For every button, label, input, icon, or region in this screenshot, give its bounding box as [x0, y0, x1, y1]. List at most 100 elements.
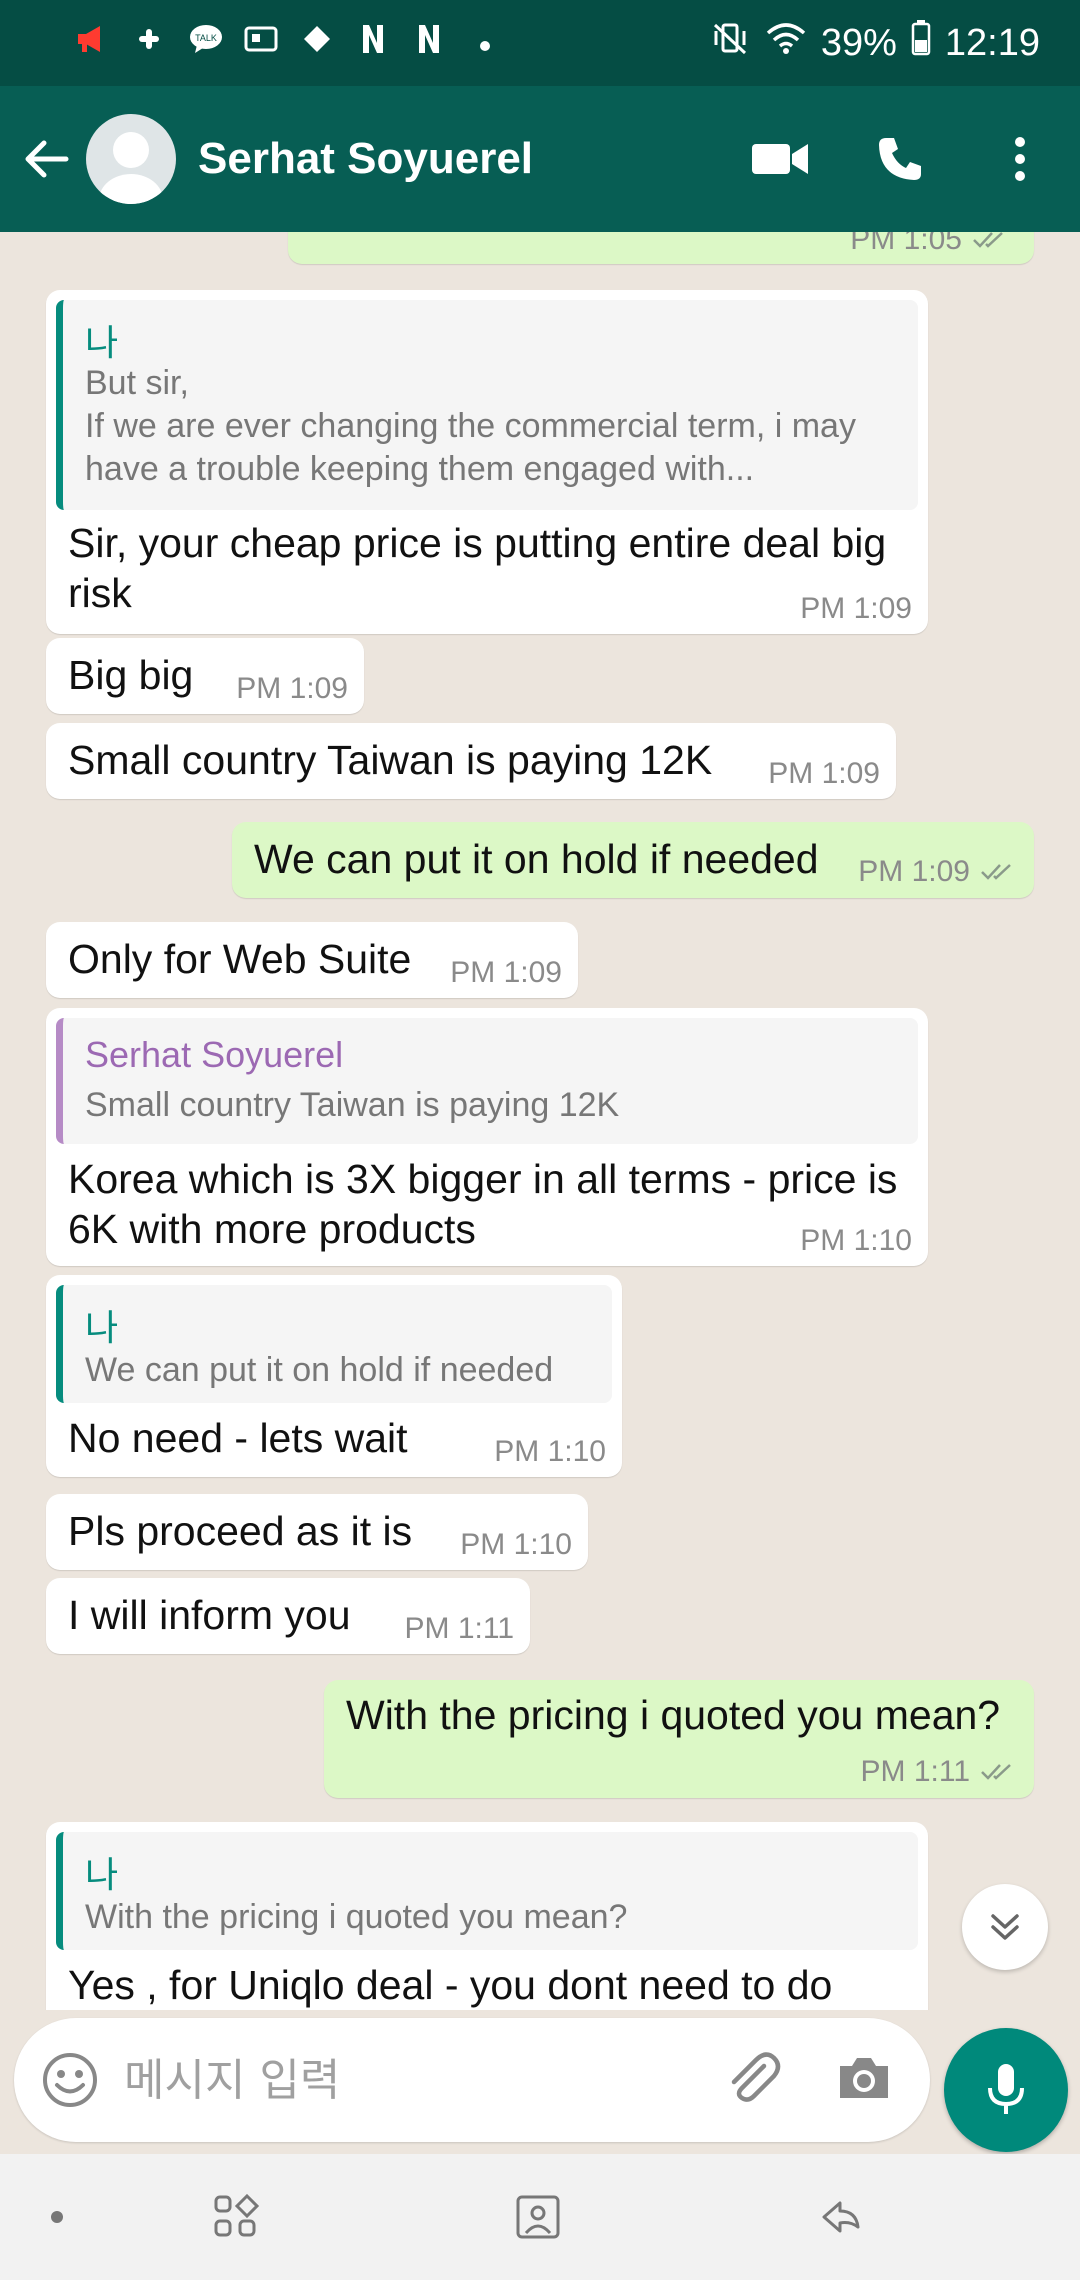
message-time: PM 1:09 [858, 854, 970, 888]
attach-button[interactable] [722, 2048, 784, 2115]
video-call-button[interactable] [720, 86, 840, 232]
status-bar: TALK 39% 12:19 [0, 0, 1080, 86]
message-bubble-in[interactable]: I will inform you PM 1:11 [46, 1578, 530, 1654]
message-bubble-out[interactable]: PM 1:05 [288, 232, 1034, 264]
message-text: Big big [68, 652, 194, 698]
kakaotalk-label: TALK [195, 33, 217, 43]
quoted-message[interactable]: Serhat Soyuerel Small country Taiwan is … [56, 1018, 918, 1144]
slack-icon [132, 23, 166, 63]
recent-apps-button[interactable] [196, 2154, 276, 2280]
message-bubble-in[interactable]: Serhat Soyuerel Small country Taiwan is … [46, 1008, 928, 1266]
battery-icon [911, 20, 931, 66]
message-bubble-in[interactable]: 나 But sir, If we are ever changing the c… [46, 290, 928, 634]
quote-text: With the pricing i quoted you mean? [85, 1898, 628, 1936]
double-chevron-down-icon [991, 1914, 1019, 1940]
home-button[interactable] [498, 2154, 578, 2280]
message-bubble-in[interactable]: 나 With the pricing i quoted you mean? Ye… [46, 1822, 928, 2010]
clock: 12:19 [944, 21, 1040, 64]
quote-author: 나 [85, 1854, 119, 1895]
message-time: PM 1:09 [236, 672, 348, 705]
system-nav-bar [0, 2154, 1080, 2280]
dot-icon [468, 26, 502, 60]
quoted-message[interactable]: 나 But sir, If we are ever changing the c… [56, 300, 918, 510]
message-time: PM 1:09 [450, 956, 562, 989]
quote-author: Serhat Soyuerel [85, 1034, 344, 1075]
message-text: We can put it on hold if needed [254, 836, 819, 882]
diamond-icon [300, 24, 334, 62]
message-time: PM 1:09 [768, 757, 880, 790]
megaphone-icon [76, 24, 110, 62]
emoji-icon [43, 2053, 97, 2107]
read-ticks-icon [980, 1756, 1018, 1790]
camera-button[interactable] [834, 2048, 894, 2113]
gallery-icon [244, 25, 278, 61]
message-text: No need - lets wait [68, 1415, 408, 1461]
message-text: With the pricing i quoted you mean? [346, 1692, 1001, 1738]
quoted-message[interactable]: 나 With the pricing i quoted you mean? [56, 1832, 918, 1950]
message-text: Yes , for Uniqlo deal - you dont need to… [68, 1962, 833, 2008]
composer-pill [14, 2018, 930, 2142]
back-nav-button[interactable] [800, 2154, 880, 2280]
message-bubble-in[interactable]: 나 We can put it on hold if needed No nee… [46, 1275, 622, 1477]
vibrate-icon [711, 21, 751, 65]
message-bubble-in[interactable]: Only for Web Suite PM 1:09 [46, 922, 578, 998]
quote-author: 나 [85, 1307, 119, 1348]
quote-text: Small country Taiwan is paying 12K [85, 1086, 620, 1124]
message-text: Small country Taiwan is paying 12K [68, 737, 713, 783]
message-bubble-in[interactable]: Pls proceed as it is PM 1:10 [46, 1494, 588, 1570]
arrow-left-icon [25, 140, 69, 178]
nav-dot-button[interactable] [30, 2154, 84, 2280]
avatar[interactable] [86, 114, 176, 204]
message-time: PM 1:11 [404, 1612, 515, 1645]
voice-call-button[interactable] [840, 86, 960, 232]
message-time: PM 1:05 [850, 232, 962, 256]
message-text: Only for Web Suite [68, 936, 412, 982]
composer [0, 2010, 1080, 2152]
quote-text: We can put it on hold if needed [85, 1351, 554, 1389]
message-text: Pls proceed as it is [68, 1508, 413, 1554]
message-time: PM 1:10 [494, 1435, 606, 1468]
recent-apps-icon [214, 2193, 260, 2237]
phone-icon [879, 138, 921, 180]
home-icon [516, 2195, 560, 2239]
message-list[interactable]: PM 1:05 나 But sir, If we are ever changi… [0, 232, 1080, 2010]
video-camera-icon [752, 144, 808, 174]
n-icon [356, 23, 390, 63]
back-arrow-icon [822, 2201, 860, 2233]
message-bubble-out[interactable]: We can put it on hold if needed PM 1:09 [232, 822, 1034, 898]
person-icon [99, 132, 163, 204]
back-button[interactable] [6, 86, 86, 232]
message-bubble-out[interactable]: With the pricing i quoted you mean? PM 1… [324, 1680, 1034, 1798]
message-text: Sir, your cheap price is putting entire … [68, 520, 887, 616]
quoted-message[interactable]: 나 We can put it on hold if needed [56, 1285, 612, 1403]
message-input[interactable] [124, 2048, 684, 2112]
system-status: 39% 12:19 [711, 20, 1040, 66]
microphone-icon [988, 2064, 1024, 2114]
read-ticks-icon [980, 856, 1018, 890]
message-time: PM 1:11 [860, 1754, 971, 1788]
read-ticks-icon [972, 232, 1010, 258]
chat-header: Serhat Soyuerel [0, 86, 1080, 232]
message-bubble-in[interactable]: Small country Taiwan is paying 12K PM 1:… [46, 723, 896, 799]
message-text: Korea which is 3X bigger in all terms - … [68, 1156, 898, 1252]
quote-text: But sir, If we are ever changing the com… [85, 364, 856, 488]
scroll-to-bottom-button[interactable] [962, 1884, 1048, 1970]
kakaotalk-icon: TALK [188, 23, 222, 63]
wifi-icon [765, 21, 807, 65]
contact-name[interactable]: Serhat Soyuerel [198, 134, 720, 184]
message-time: PM 1:10 [460, 1528, 572, 1561]
battery-percent: 39% [820, 21, 897, 64]
message-text: I will inform you [68, 1592, 351, 1638]
voice-record-button[interactable] [944, 2028, 1068, 2152]
message-bubble-in[interactable]: Big big PM 1:09 [46, 638, 364, 714]
emoji-button[interactable] [40, 2050, 100, 2115]
more-vert-icon [1015, 137, 1025, 181]
paperclip-icon [731, 2052, 781, 2102]
dot-icon [51, 2211, 63, 2223]
more-options-button[interactable] [960, 86, 1080, 232]
message-time: PM 1:10 [800, 1224, 912, 1257]
camera-icon [840, 2058, 888, 2098]
n-icon [412, 23, 446, 63]
notification-icons: TALK [76, 23, 502, 63]
quote-author: 나 [85, 322, 119, 363]
